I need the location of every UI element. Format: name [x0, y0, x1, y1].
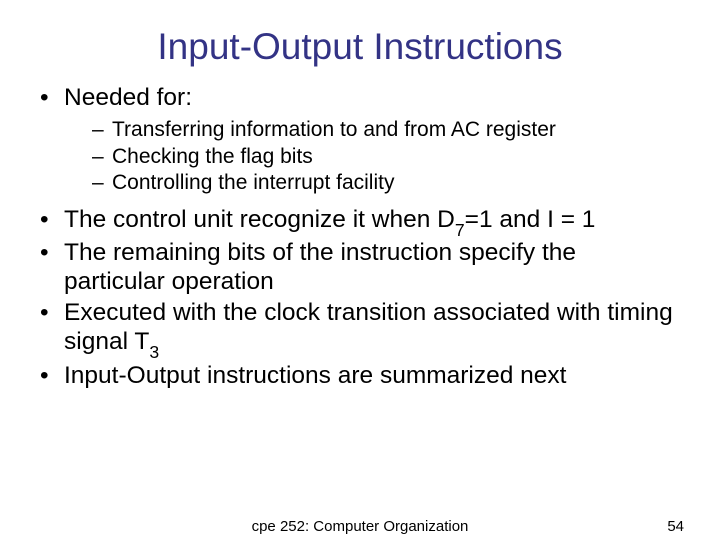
bullet-needed-for: Needed for: Transferring information to …	[40, 84, 680, 196]
slide-body: Needed for: Transferring information to …	[0, 78, 720, 391]
text-part-a: The control unit recognize it when D	[64, 206, 455, 233]
subscript-d7: 7	[455, 220, 465, 240]
text: Needed for:	[64, 84, 192, 111]
subscript-t3: 3	[149, 342, 159, 362]
sub-bullet-flag-bits: Checking the flag bits	[92, 144, 680, 170]
text-part-b: =1 and I = 1	[465, 206, 596, 233]
sub-bullet-interrupt: Controlling the interrupt facility	[92, 170, 680, 196]
sub-bullet-transferring: Transferring information to and from AC …	[92, 117, 680, 143]
bullet-summarized-next: Input-Output instructions are summarized…	[40, 362, 680, 391]
slide-title: Input-Output Instructions	[0, 0, 720, 78]
footer-page-number: 54	[667, 518, 684, 535]
bullet-control-unit: The control unit recognize it when D7=1 …	[40, 206, 680, 238]
bullet-remaining-bits: The remaining bits of the instruction sp…	[40, 239, 680, 297]
footer-course: cpe 252: Computer Organization	[0, 518, 720, 535]
bullet-clock-transition: Executed with the clock transition assoc…	[40, 299, 680, 360]
bullet-list-level1: Needed for: Transferring information to …	[40, 84, 680, 391]
slide: Input-Output Instructions Needed for: Tr…	[0, 0, 720, 540]
bullet-list-level2: Transferring information to and from AC …	[64, 117, 680, 196]
